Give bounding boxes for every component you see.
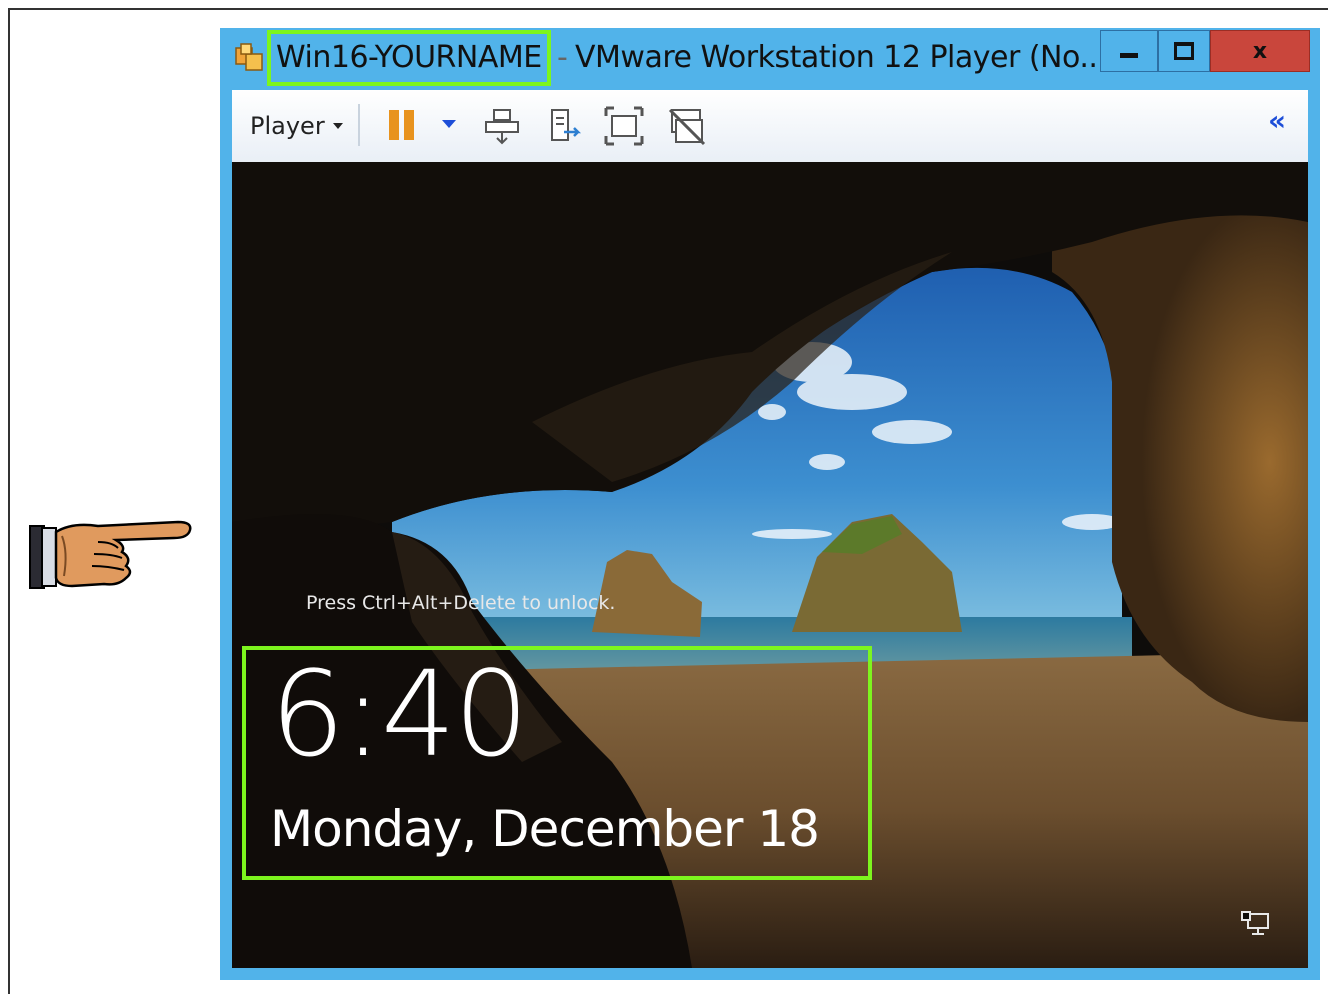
pointing-hand-icon xyxy=(29,520,192,589)
maximize-button[interactable] xyxy=(1158,30,1210,72)
dropdown-caret-icon[interactable] xyxy=(442,120,456,128)
send-ctrl-alt-del-icon[interactable] xyxy=(482,106,522,146)
pause-icon xyxy=(389,110,399,140)
vmware-player-window: Win16-YOURNAME - VMware Workstation 12 P… xyxy=(220,28,1320,980)
window-title-suffix: VMware Workstation 12 Player (No... xyxy=(575,40,1107,75)
player-menu-button[interactable]: Player xyxy=(250,112,343,140)
title-separator: - xyxy=(557,40,568,75)
pause-icon-bar xyxy=(404,110,414,140)
toolbar-divider xyxy=(358,104,360,146)
pause-button[interactable] xyxy=(384,106,424,146)
lockscreen-date: Monday, December 18 xyxy=(270,800,820,858)
vmware-app-icon xyxy=(235,43,263,71)
minimize-icon xyxy=(1120,52,1138,58)
minimize-button[interactable] xyxy=(1100,30,1158,72)
player-toolbar: Player « xyxy=(232,90,1308,163)
maximize-icon xyxy=(1174,42,1194,60)
lockscreen-time: 6:40 xyxy=(270,645,529,783)
network-icon[interactable] xyxy=(1240,910,1270,936)
close-button[interactable]: x xyxy=(1210,30,1310,72)
frame-border-left xyxy=(8,8,10,994)
chevron-down-icon xyxy=(332,123,343,129)
vm-name-title: Win16-YOURNAME xyxy=(276,40,542,75)
unity-icon[interactable] xyxy=(666,106,706,146)
removable-devices-icon[interactable] xyxy=(546,106,586,146)
full-screen-icon[interactable] xyxy=(604,106,644,146)
player-menu-label: Player xyxy=(250,112,325,140)
close-icon: x xyxy=(1252,38,1268,64)
unlock-instruction: Press Ctrl+Alt+Delete to unlock. xyxy=(306,592,616,614)
vm-lock-screen[interactable]: Press Ctrl+Alt+Delete to unlock. 6:40 Mo… xyxy=(232,162,1308,968)
double-chevron-left-icon[interactable]: « xyxy=(1268,104,1286,137)
frame-border-top xyxy=(8,8,1328,10)
window-titlebar[interactable]: Win16-YOURNAME - VMware Workstation 12 P… xyxy=(220,28,1320,90)
